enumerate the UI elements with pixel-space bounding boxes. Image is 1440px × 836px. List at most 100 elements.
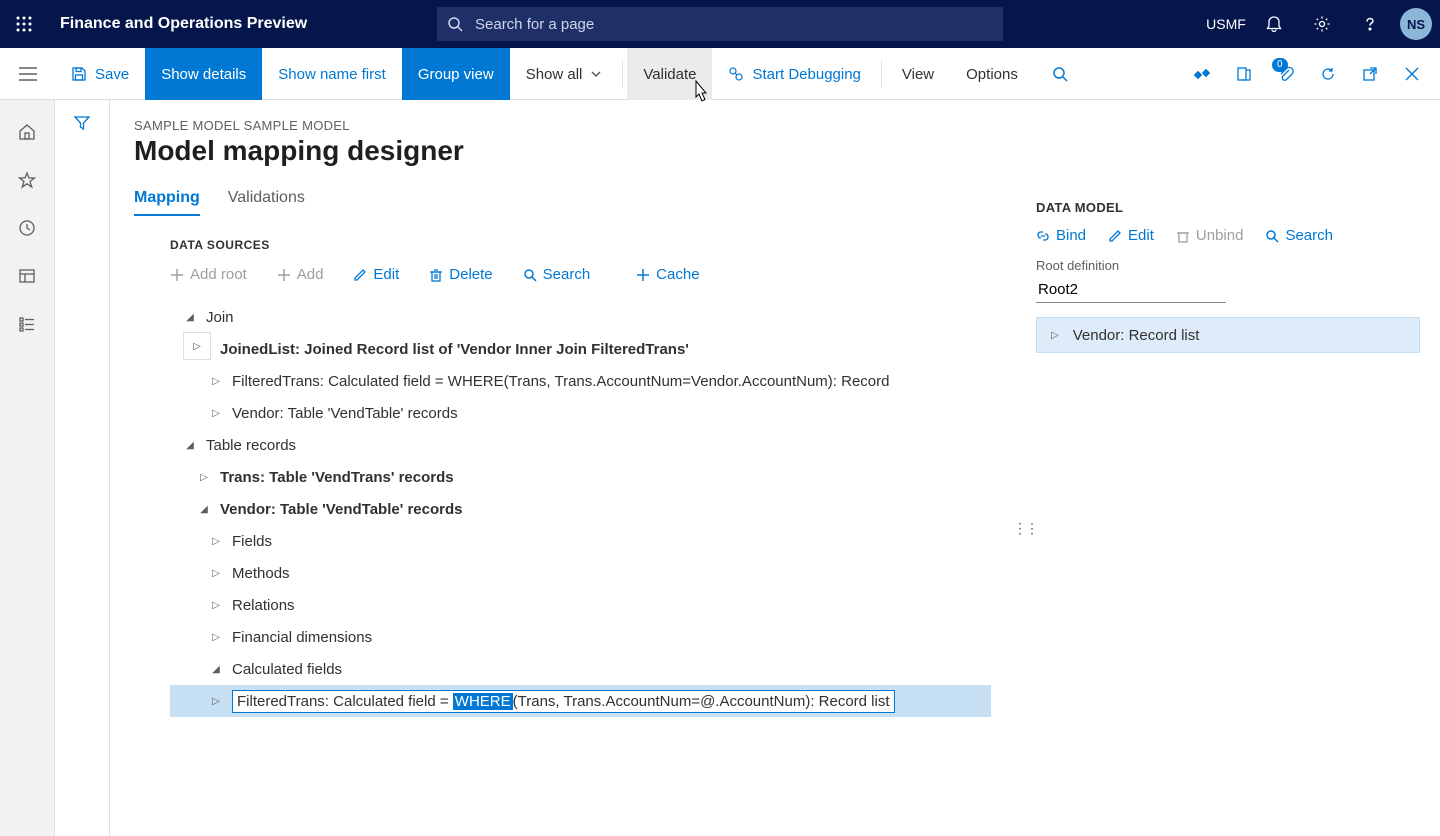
tab-validations[interactable]: Validations xyxy=(228,189,305,215)
collapse-arrow-icon[interactable]: ◢ xyxy=(210,664,222,675)
unbind-button[interactable]: Unbind xyxy=(1176,227,1244,244)
expand-arrow-icon[interactable]: ▷ xyxy=(210,600,222,611)
recent-button[interactable] xyxy=(3,206,51,250)
filter-button[interactable] xyxy=(73,114,91,836)
search-button[interactable]: Search xyxy=(523,266,591,283)
add-root-button[interactable]: Add root xyxy=(170,266,247,283)
vertical-splitter[interactable]: ⋮⋮ xyxy=(1015,100,1016,836)
dm-tree-node-vendor[interactable]: ▷ Vendor: Record list xyxy=(1036,317,1420,353)
bind-button[interactable]: Bind xyxy=(1036,227,1086,244)
start-debugging-button[interactable]: Start Debugging xyxy=(712,48,876,100)
tree-node-methods[interactable]: ▷ Methods xyxy=(170,557,991,589)
popout-button[interactable] xyxy=(1350,54,1390,94)
data-model-header: DATA MODEL xyxy=(1036,200,1420,215)
favorites-button[interactable] xyxy=(3,158,51,202)
expand-arrow-icon[interactable]: ▷ xyxy=(210,696,222,707)
workspace-icon xyxy=(18,267,36,285)
data-sources-header: DATA SOURCES xyxy=(170,238,991,252)
diamond-icon xyxy=(1194,66,1210,82)
expand-arrow-icon[interactable]: ▷ xyxy=(210,376,222,387)
modules-button[interactable] xyxy=(3,302,51,346)
show-all-dropdown[interactable]: Show all xyxy=(510,48,619,100)
attachments-button[interactable]: 0 xyxy=(1266,54,1306,94)
star-icon xyxy=(18,171,36,189)
topbar-right: USMF NS xyxy=(1204,0,1440,48)
attachments-badge: 0 xyxy=(1272,58,1288,72)
show-details-button[interactable]: Show details xyxy=(145,48,262,100)
tab-mapping[interactable]: Mapping xyxy=(134,189,200,215)
save-label: Save xyxy=(95,66,129,83)
validate-button[interactable]: Validate xyxy=(627,48,712,100)
hamburger-button[interactable] xyxy=(0,48,55,100)
cache-button[interactable]: Cache xyxy=(636,266,699,283)
tree-node-filteredtrans[interactable]: ▷ FilteredTrans: Calculated field = WHER… xyxy=(170,365,991,397)
workspaces-button[interactable] xyxy=(3,254,51,298)
tree-node-vendor-2[interactable]: ◢ Vendor: Table 'VendTable' records xyxy=(170,493,991,525)
office-icon xyxy=(1236,66,1252,82)
save-button[interactable]: Save xyxy=(55,48,145,100)
show-all-label: Show all xyxy=(526,66,583,83)
pencil-icon xyxy=(1108,229,1122,243)
notifications-button[interactable] xyxy=(1252,0,1296,48)
user-avatar[interactable]: NS xyxy=(1400,8,1432,40)
delete-button[interactable]: Delete xyxy=(429,266,492,283)
data-sources-panel: DATA SOURCES Add root Add Edit xyxy=(170,238,991,717)
expand-arrow-icon[interactable]: ▷ xyxy=(198,472,210,483)
view-button[interactable]: View xyxy=(886,48,950,100)
debug-icon xyxy=(728,66,744,82)
collapse-arrow-icon[interactable]: ◢ xyxy=(184,312,196,323)
related-button[interactable] xyxy=(1182,54,1222,94)
expand-arrow-icon[interactable]: ▷ xyxy=(210,536,222,547)
tree-node-calculated-fields[interactable]: ◢ Calculated fields xyxy=(170,653,991,685)
group-view-button[interactable]: Group view xyxy=(402,48,510,100)
expand-arrow-icon[interactable]: ▷ xyxy=(1051,330,1059,341)
settings-button[interactable] xyxy=(1300,0,1344,48)
panel-collapse-toggle[interactable]: ▷ xyxy=(183,332,211,360)
add-button[interactable]: Add xyxy=(277,266,324,283)
tree-node-trans[interactable]: ▷ Trans: Table 'VendTrans' records xyxy=(170,461,991,493)
search-button[interactable] xyxy=(1034,48,1086,100)
collapse-arrow-icon[interactable]: ◢ xyxy=(184,440,196,451)
expand-arrow-icon[interactable]: ▷ xyxy=(210,632,222,643)
link-icon xyxy=(1036,229,1050,243)
bell-icon xyxy=(1265,15,1283,33)
dm-search-button[interactable]: Search xyxy=(1265,227,1333,244)
options-button[interactable]: Options xyxy=(950,48,1034,100)
collapse-arrow-icon[interactable]: ◢ xyxy=(198,504,210,515)
dm-edit-button[interactable]: Edit xyxy=(1108,227,1154,244)
tree-node-joinedlist[interactable]: ◢ JoinedList: Joined Record list of 'Ven… xyxy=(170,333,991,365)
waffle-button[interactable] xyxy=(0,0,48,48)
expand-arrow-icon[interactable]: ▷ xyxy=(210,408,222,419)
left-nav-rail xyxy=(0,100,55,836)
open-in-office-button[interactable] xyxy=(1224,54,1264,94)
help-icon xyxy=(1361,15,1379,33)
global-search-input[interactable] xyxy=(437,7,1003,41)
help-button[interactable] xyxy=(1348,0,1392,48)
plus-icon xyxy=(277,268,291,282)
close-icon xyxy=(1405,67,1419,81)
home-button[interactable] xyxy=(3,110,51,154)
separator xyxy=(622,60,623,88)
root-definition-input[interactable] xyxy=(1036,277,1226,303)
close-button[interactable] xyxy=(1392,54,1432,94)
expand-arrow-icon[interactable]: ▷ xyxy=(210,568,222,579)
cmdbar-right-icons: 0 xyxy=(1182,48,1440,99)
chevron-right-icon: ▷ xyxy=(193,341,201,352)
separator xyxy=(881,60,882,88)
show-name-first-button[interactable]: Show name first xyxy=(262,48,402,100)
tree-node-fields[interactable]: ▷ Fields xyxy=(170,525,991,557)
edit-button[interactable]: Edit xyxy=(353,266,399,283)
refresh-button[interactable] xyxy=(1308,54,1348,94)
tree-node-relations[interactable]: ▷ Relations xyxy=(170,589,991,621)
selected-expression-box[interactable]: FilteredTrans: Calculated field = WHERE(… xyxy=(232,690,895,713)
clock-icon xyxy=(18,219,36,237)
home-icon xyxy=(18,123,36,141)
search-icon xyxy=(1265,229,1279,243)
tree-node-vendor[interactable]: ▷ Vendor: Table 'VendTable' records xyxy=(170,397,991,429)
company-selector[interactable]: USMF xyxy=(1204,0,1248,48)
tree-node-table-records[interactable]: ◢ Table records xyxy=(170,429,991,461)
highlight-where: WHERE xyxy=(453,693,513,710)
tree-node-join[interactable]: ◢ Join xyxy=(170,301,991,333)
tree-node-selected-filteredtrans[interactable]: ▷ FilteredTrans: Calculated field = WHER… xyxy=(170,685,991,717)
tree-node-financial-dimensions[interactable]: ▷ Financial dimensions xyxy=(170,621,991,653)
